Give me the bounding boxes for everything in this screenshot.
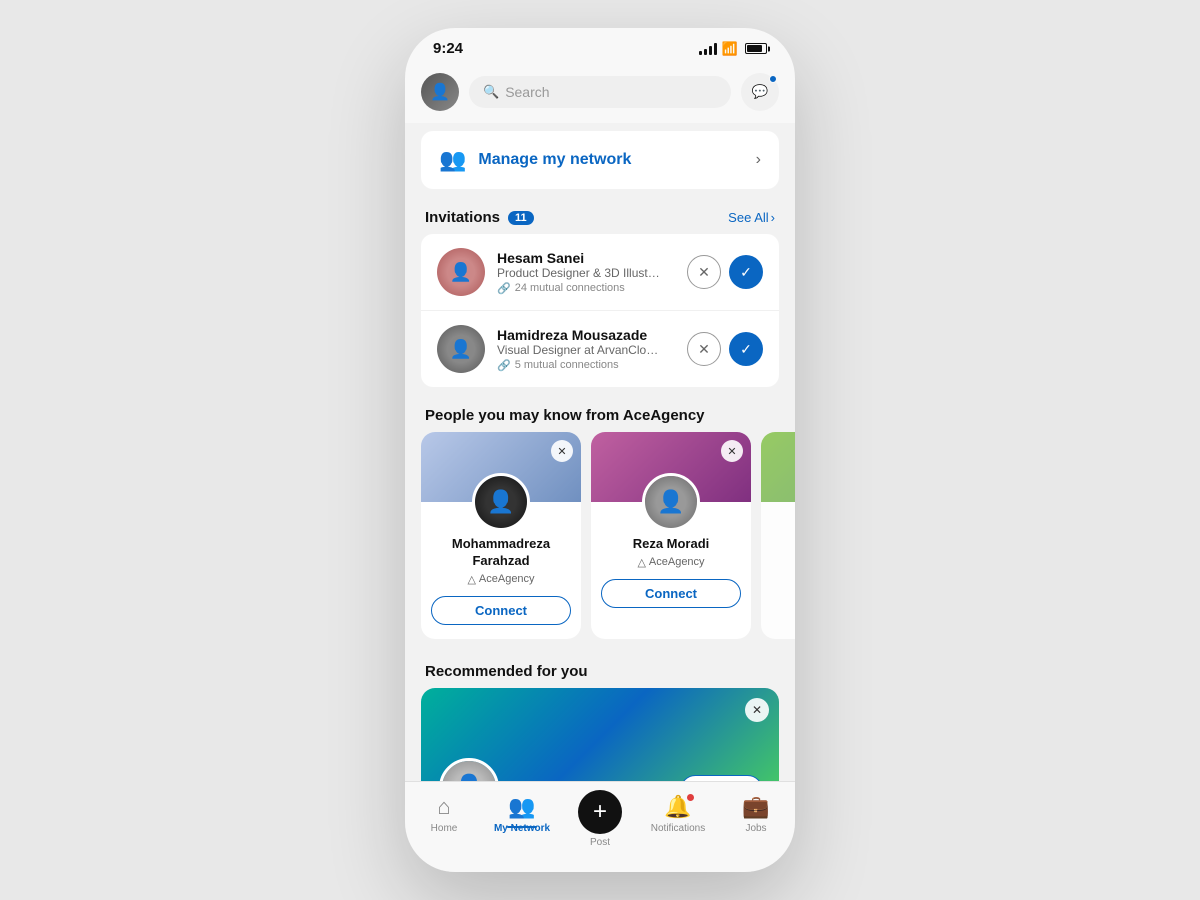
notification-badge — [687, 794, 694, 801]
hamidreza-avatar[interactable]: 👤 — [437, 325, 485, 373]
close-reza-button[interactable]: ✕ — [721, 440, 743, 462]
see-all-chevron-icon: › — [771, 210, 775, 225]
card-banner-1: ✕ 👤 — [421, 432, 581, 502]
mutual-icon: 🔗 — [497, 359, 511, 372]
chevron-right-icon: › — [756, 151, 761, 169]
reject-hesam-button[interactable]: ✕ — [687, 255, 721, 289]
search-bar[interactable]: 🔍 Search — [469, 76, 731, 108]
mutual-icon: 🔗 — [497, 282, 511, 295]
see-all-invitations[interactable]: See All › — [728, 210, 775, 225]
notifications-nav-icon: 🔔 — [664, 794, 691, 820]
connect-mohammadreza-button[interactable]: Connect — [431, 596, 571, 625]
recommended-section-label: Recommended for you — [405, 651, 795, 688]
mohammadreza-avatar[interactable]: 👤 — [472, 473, 530, 531]
close-recommended-button[interactable]: ✕ — [745, 698, 769, 722]
hamidreza-title: Visual Designer at ArvanClo… — [497, 343, 675, 357]
invitation-item: 👤 Hesam Sanei Product Designer & 3D Illu… — [421, 234, 779, 311]
invitations-section-header: Invitations 11 See All › — [405, 197, 795, 234]
nav-notifications-label: Notifications — [651, 823, 705, 834]
phone-content: 👤 🔍 Search 💬 👥 Manage my network › Invit… — [405, 63, 795, 781]
network-icon: 👥 — [439, 147, 466, 173]
person-card-mohammadreza: ✕ 👤 Mohammadreza Farahzad △ AceAgency Co… — [421, 432, 581, 639]
signal-icon — [699, 43, 717, 55]
hesam-avatar[interactable]: 👤 — [437, 248, 485, 296]
reject-hamidreza-button[interactable]: ✕ — [687, 332, 721, 366]
post-icon: + — [593, 798, 607, 826]
reza-name: Reza Moradi — [601, 536, 741, 553]
people-section-label: People you may know from AceAgency — [405, 395, 795, 432]
home-icon: ⌂ — [437, 794, 450, 820]
status-icons: 📶 — [699, 41, 767, 57]
nav-my-network[interactable]: 👥 My Network — [483, 790, 561, 852]
recommended-avatar[interactable]: 👤 — [439, 758, 499, 781]
hamidreza-name: Hamidreza Mousazade — [497, 327, 675, 343]
person-card-reza: ✕ 👤 Reza Moradi △ AceAgency Connect — [591, 432, 751, 639]
reza-avatar[interactable]: 👤 — [642, 473, 700, 531]
messaging-badge — [769, 75, 777, 83]
invitations-title: Invitations — [425, 209, 500, 226]
hamidreza-mutual: 🔗 5 mutual connections — [497, 359, 675, 372]
active-indicator — [507, 826, 537, 828]
company-icon: △ — [637, 556, 645, 569]
post-button[interactable]: + — [578, 790, 622, 834]
nav-post[interactable]: + Post — [561, 790, 639, 852]
manage-network-label: Manage my network — [478, 151, 631, 169]
nav-network-label: My Network — [494, 823, 550, 834]
nav-notifications[interactable]: 🔔 Notifications — [639, 790, 717, 852]
nav-home-label: Home — [431, 823, 458, 834]
hesam-mutual: 🔗 24 mutual connections — [497, 282, 675, 295]
mohammadreza-name: Mohammadreza Farahzad — [431, 536, 571, 570]
nav-jobs-label: Jobs — [745, 823, 766, 834]
invitation-item: 👤 Hamidreza Mousazade Visual Designer at… — [421, 311, 779, 387]
mohammadreza-role: △ AceAgency — [431, 573, 571, 586]
hesam-name: Hesam Sanei — [497, 250, 675, 266]
jobs-icon: 💼 — [742, 794, 769, 820]
card-banner-3 — [761, 432, 795, 502]
phone-shell: 9:24 📶 👤 🔍 Search 💬 — [405, 28, 795, 872]
close-mohammadreza-button[interactable]: ✕ — [551, 440, 573, 462]
network-nav-icon: 👥 — [508, 794, 535, 820]
wifi-icon: 📶 — [722, 41, 738, 57]
header-bar: 👤 🔍 Search 💬 — [405, 63, 795, 123]
recommended-banner: ✕ 👤 Follow — [421, 688, 779, 781]
status-bar: 9:24 📶 — [405, 28, 795, 63]
manage-network-button[interactable]: 👥 Manage my network › — [421, 131, 779, 189]
status-time: 9:24 — [433, 40, 463, 57]
bottom-nav: ⌂ Home 👥 My Network + Post 🔔 Notificatio… — [405, 781, 795, 872]
card-banner-2: ✕ 👤 — [591, 432, 751, 502]
search-placeholder: Search — [505, 84, 549, 100]
connect-reza-button[interactable]: Connect — [601, 579, 741, 608]
recommended-card: ✕ 👤 Follow — [421, 688, 779, 781]
user-avatar[interactable]: 👤 — [421, 73, 459, 111]
reza-role: △ AceAgency — [601, 556, 741, 569]
invitations-badge: 11 — [508, 211, 534, 225]
company-icon: △ — [467, 573, 475, 586]
messaging-button[interactable]: 💬 — [741, 73, 779, 111]
people-scroll: ✕ 👤 Mohammadreza Farahzad △ AceAgency Co… — [405, 432, 795, 651]
battery-icon — [745, 43, 767, 54]
hesam-title: Product Designer & 3D Illust… — [497, 266, 675, 280]
messaging-icon: 💬 — [752, 84, 769, 100]
invitations-card: 👤 Hesam Sanei Product Designer & 3D Illu… — [421, 234, 779, 387]
person-card-extra — [761, 432, 795, 639]
nav-home[interactable]: ⌂ Home — [405, 790, 483, 852]
nav-jobs[interactable]: 💼 Jobs — [717, 790, 795, 852]
nav-post-label: Post — [590, 837, 610, 848]
accept-hesam-button[interactable]: ✓ — [729, 255, 763, 289]
search-icon: 🔍 — [483, 84, 499, 100]
accept-hamidreza-button[interactable]: ✓ — [729, 332, 763, 366]
